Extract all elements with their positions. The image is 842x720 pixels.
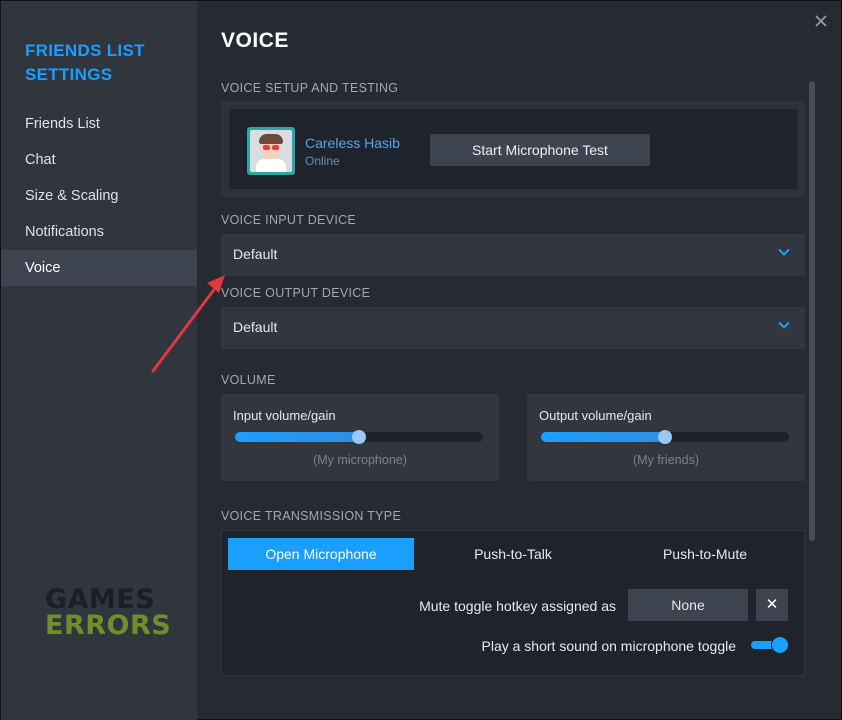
voice-input-device-select[interactable]: Default <box>221 234 805 276</box>
avatar-image <box>250 130 292 172</box>
toggle-sound-switch[interactable] <box>751 636 789 654</box>
output-volume-handle[interactable] <box>658 430 672 444</box>
sidebar-title: FRIENDS LIST SETTINGS <box>25 41 145 84</box>
mute-hotkey-button[interactable]: None <box>628 589 748 621</box>
main-panel: VOICE VOICE SETUP AND TESTING Careless H… <box>221 1 805 720</box>
tab-open-microphone[interactable]: Open Microphone <box>228 538 414 570</box>
scrollbar[interactable] <box>809 81 815 541</box>
chevron-down-icon <box>778 248 790 256</box>
user-card: Careless Hasib Online Start Microphone T… <box>229 109 797 189</box>
section-label-output-device: VOICE OUTPUT DEVICE <box>221 286 371 300</box>
mute-hotkey-label: Mute toggle hotkey assigned as <box>419 598 616 614</box>
output-volume-slider[interactable] <box>541 430 789 444</box>
input-volume-caption: (My microphone) <box>313 453 407 467</box>
close-icon[interactable] <box>811 11 831 31</box>
input-volume-handle[interactable] <box>352 430 366 444</box>
transmission-panel: Open Microphone Push-to-Talk Push-to-Mut… <box>221 530 805 676</box>
sidebar-item-chat[interactable]: Chat <box>1 142 197 178</box>
toggle-sound-knob <box>772 637 788 653</box>
user-status: Online <box>305 154 340 168</box>
section-label-input-device: VOICE INPUT DEVICE <box>221 213 357 227</box>
sidebar-item-size-scaling[interactable]: Size & Scaling <box>1 178 197 214</box>
settings-window: FRIENDS LIST SETTINGS Friends List Chat … <box>0 0 842 720</box>
clear-hotkey-button[interactable]: ✕ <box>756 589 788 621</box>
toggle-sound-label: Play a short sound on microphone toggle <box>481 638 737 654</box>
watermark-logo: GAMES ERRORS <box>45 586 172 641</box>
transmission-tabs: Open Microphone Push-to-Talk Push-to-Mut… <box>222 531 804 577</box>
output-volume-caption: (My friends) <box>633 453 699 467</box>
annotation-arrow-icon <box>151 275 225 373</box>
output-volume-card: Output volume/gain (My friends) <box>527 394 805 481</box>
user-name[interactable]: Careless Hasib <box>305 135 400 151</box>
page-title: VOICE <box>221 29 289 52</box>
tab-push-to-mute[interactable]: Push-to-Mute <box>612 538 798 570</box>
output-volume-fill <box>541 432 665 442</box>
sidebar-item-notifications[interactable]: Notifications <box>1 214 197 250</box>
avatar[interactable] <box>247 127 295 175</box>
watermark-line-2: ERRORS <box>45 610 172 641</box>
input-volume-fill <box>235 432 359 442</box>
input-volume-card: Input volume/gain (My microphone) <box>221 394 499 481</box>
voice-setup-panel: Careless Hasib Online Start Microphone T… <box>221 101 805 197</box>
start-microphone-test-button[interactable]: Start Microphone Test <box>430 134 650 166</box>
tab-push-to-talk[interactable]: Push-to-Talk <box>420 538 606 570</box>
output-volume-label: Output volume/gain <box>539 408 652 423</box>
voice-input-device-value: Default <box>233 246 278 262</box>
chevron-down-icon <box>778 321 790 329</box>
input-volume-label: Input volume/gain <box>233 408 336 423</box>
sidebar-item-friends-list[interactable]: Friends List <box>1 106 197 142</box>
section-label-setup: VOICE SETUP AND TESTING <box>221 81 399 95</box>
sidebar-nav: Friends List Chat Size & Scaling Notific… <box>1 106 197 286</box>
section-label-transmission: VOICE TRANSMISSION TYPE <box>221 509 402 523</box>
voice-output-device-select[interactable]: Default <box>221 307 805 349</box>
input-volume-slider[interactable] <box>235 430 483 444</box>
